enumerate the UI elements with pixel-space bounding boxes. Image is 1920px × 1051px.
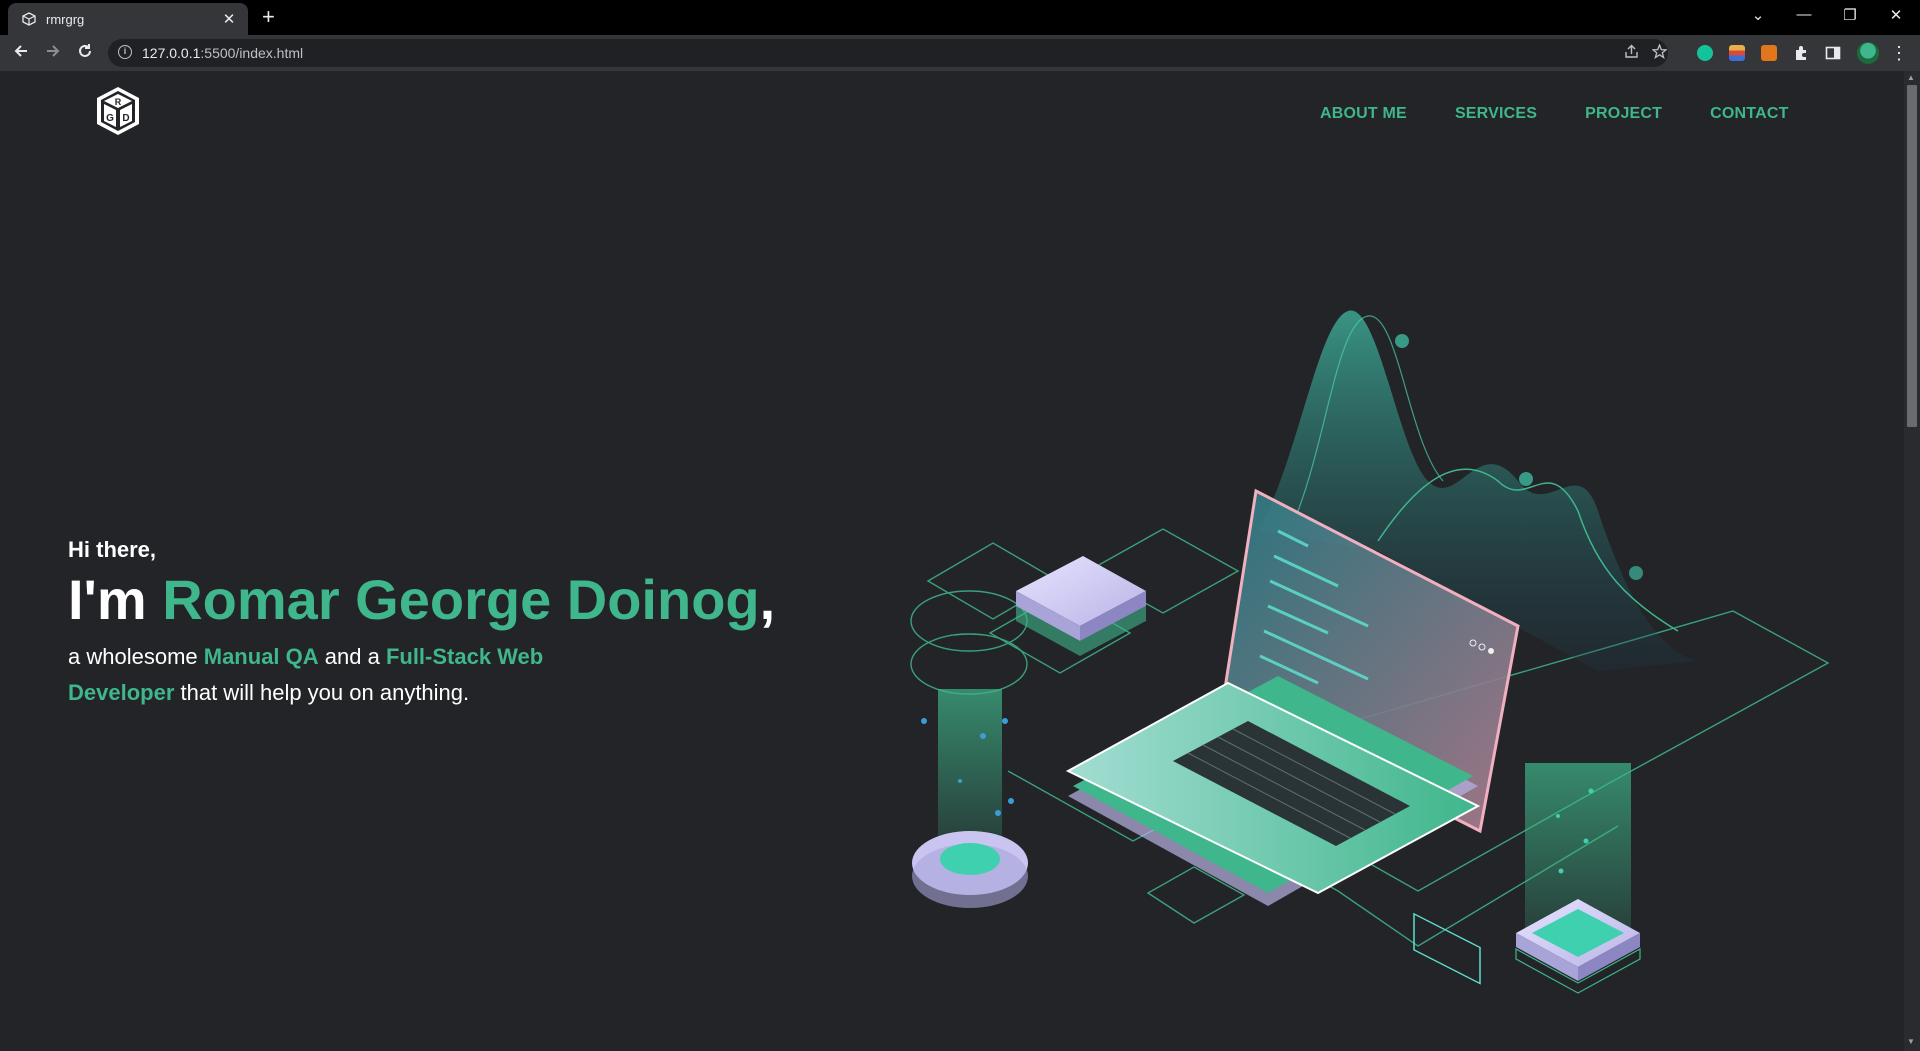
scroll-down-icon[interactable]: ▼ (1907, 1037, 1915, 1046)
page-scrollbar[interactable]: ▲ ▼ (1904, 71, 1920, 1051)
browser-tab-bar: rmrgrg ✕ + ⌄ — ❐ ✕ (0, 0, 1920, 35)
profile-avatar[interactable] (1857, 42, 1879, 64)
close-window-button[interactable]: ✕ (1884, 6, 1908, 24)
svg-text:G: G (106, 113, 114, 124)
url-text: 127.0.0.1:5500/index.html (142, 45, 303, 61)
nav-services[interactable]: SERVICES (1455, 105, 1537, 123)
restore-button[interactable]: ❐ (1838, 6, 1862, 24)
tagline-part1: a wholesome (68, 644, 204, 669)
svg-text:R: R (115, 97, 122, 107)
site-logo[interactable]: R G D (94, 85, 142, 137)
nav-contact[interactable]: CONTACT (1710, 105, 1788, 123)
browser-tab[interactable]: rmrgrg ✕ (8, 3, 248, 35)
url-host: 127.0.0.1 (142, 45, 201, 61)
extension-icon[interactable] (1729, 45, 1745, 61)
forward-button[interactable] (42, 42, 64, 64)
hero-comma: , (759, 568, 776, 631)
isometric-laptop-illustration (910, 310, 1830, 994)
cube-logo-icon: R G D (97, 87, 139, 135)
new-tab-button[interactable]: + (262, 5, 275, 29)
tab-close-icon[interactable]: ✕ (220, 10, 238, 28)
hero-tagline: a wholesome Manual QA and a Full-Stack W… (68, 639, 568, 711)
bookmark-star-icon[interactable] (1651, 43, 1668, 63)
back-button[interactable] (10, 42, 32, 64)
hero-im: I'm (68, 568, 163, 631)
address-bar[interactable]: i 127.0.0.1:5500/index.html (108, 39, 1668, 67)
minimize-button[interactable]: — (1792, 6, 1816, 23)
browser-toolbar: i 127.0.0.1:5500/index.html ⋮ (0, 35, 1920, 71)
hero-name: Romar George Doinog (162, 568, 760, 631)
reload-button[interactable] (74, 42, 96, 64)
favicon-icon (21, 11, 37, 27)
back-arrow-icon (14, 45, 27, 57)
tagline-part3: that will help you on anything. (174, 680, 470, 705)
browser-menu-icon[interactable]: ⋮ (1888, 42, 1910, 64)
forward-arrow-icon (47, 45, 60, 57)
main-nav: ABOUT ME SERVICES PROJECT CONTACT (1320, 105, 1837, 123)
site-info-icon[interactable]: i (118, 45, 132, 59)
hero-greeting: Hi there, (68, 537, 157, 562)
tab-search-icon[interactable]: ⌄ (1746, 6, 1770, 24)
role-manual-qa: Manual QA (203, 644, 319, 669)
side-panel-icon[interactable] (1825, 45, 1841, 61)
nav-about-me[interactable]: ABOUT ME (1320, 105, 1407, 123)
svg-text:D: D (122, 113, 129, 124)
nav-project[interactable]: PROJECT (1585, 105, 1662, 123)
scroll-up-icon[interactable]: ▲ (1907, 73, 1915, 82)
share-icon[interactable] (1624, 44, 1639, 63)
tab-title: rmrgrg (46, 11, 85, 27)
extensions-puzzle-icon[interactable] (1793, 45, 1809, 61)
page-content: R G D ABOUT ME SERVICES PROJECT CONTACT … (0, 71, 1904, 1051)
tagline-part2: and a (318, 644, 386, 669)
metamask-extension-icon[interactable] (1761, 45, 1777, 61)
grammarly-extension-icon[interactable] (1697, 45, 1713, 61)
hero-headline: I'm Romar George Doinog, (68, 567, 775, 632)
reload-icon (79, 44, 91, 57)
url-path: :5500/index.html (200, 45, 304, 61)
scroll-thumb[interactable] (1907, 85, 1917, 427)
